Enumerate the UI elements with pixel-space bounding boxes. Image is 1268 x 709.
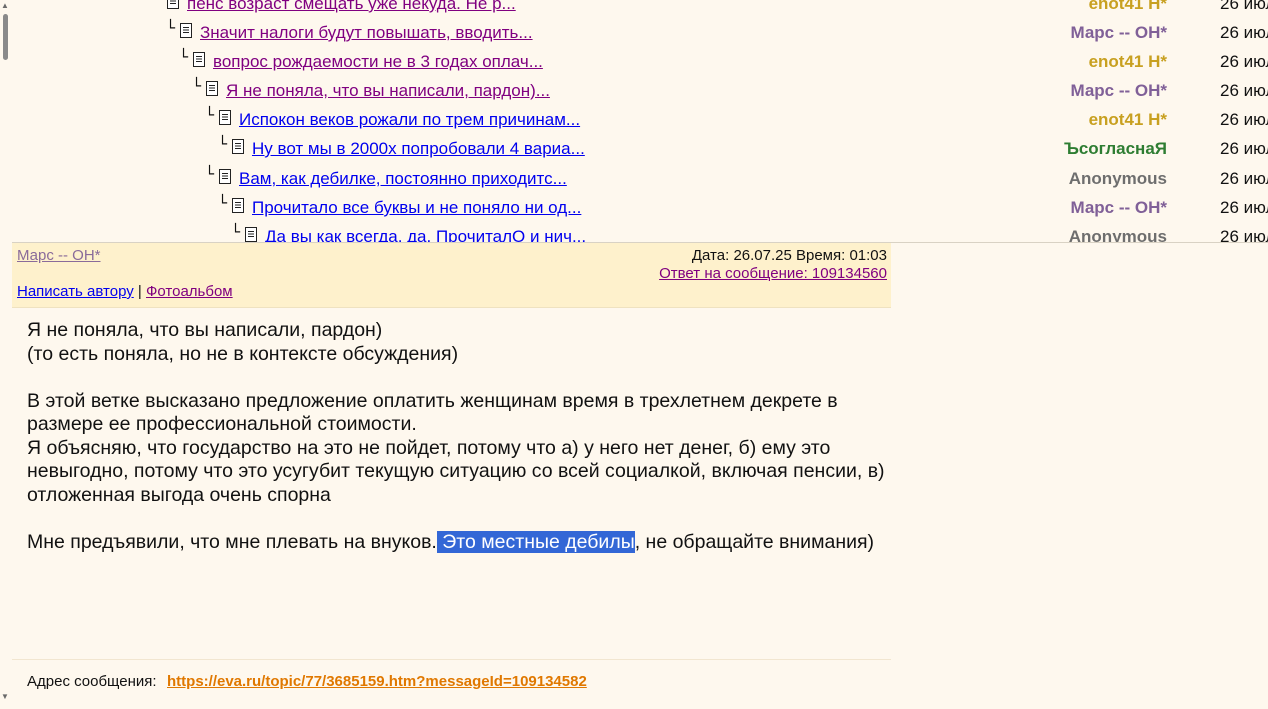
thread-title-link[interactable]: Я не поняла, что вы написали, пардон)... <box>226 76 550 105</box>
thread-date: 26 июл <box>1220 169 1268 188</box>
tree-branch-icon: └ <box>218 194 228 212</box>
thread-date: 26 июл <box>1220 81 1268 100</box>
thread-date: 26 июл <box>1220 0 1268 13</box>
message-datetime: Дата: 26.07.25 Время: 01:03 <box>691 247 887 264</box>
document-icon <box>167 0 179 9</box>
thread-title-link[interactable]: Вам, как дебилке, постоянно приходитс... <box>239 164 567 193</box>
photo-album-link[interactable]: Фотоальбом <box>146 283 233 300</box>
thread-author[interactable]: enot41 Н* <box>1089 47 1167 76</box>
thread-title-link[interactable]: Да вы как всегда, да. ПрочиталО и нич... <box>265 222 586 242</box>
thread-author[interactable]: Anonymous <box>1069 222 1167 242</box>
thread-title-link[interactable]: Ну вот мы в 2000х попробовали 4 вариа... <box>252 134 585 163</box>
message-header: Марс -- ОН* Дата: 26.07.25 Время: 01:03 … <box>12 243 891 308</box>
thread-date: 26 июл <box>1220 227 1268 243</box>
document-icon <box>245 227 257 242</box>
thread-author[interactable]: enot41 Н* <box>1089 0 1167 18</box>
thread-title-link[interactable]: Испокон веков рожали по трем причинам... <box>239 105 580 134</box>
thread-row[interactable]: └ Прочитало все буквы и не поняло ни од..… <box>12 193 1268 222</box>
thread-title-link[interactable]: вопрос рождаемости не в 3 годах оплач... <box>213 47 543 76</box>
thread-author[interactable]: Марс -- ОН* <box>1070 193 1167 222</box>
thread-date: 26 июл <box>1220 52 1268 71</box>
selected-text[interactable]: Это местные дебилы <box>436 530 635 553</box>
document-icon <box>219 169 231 184</box>
thread-row[interactable]: └ Испокон веков рожали по трем причинам..… <box>12 105 1268 134</box>
message-paragraph: В этой ветке высказано предложение оплат… <box>27 389 838 436</box>
tree-branch-icon: └ <box>192 77 202 95</box>
message-body: Я не поняла, что вы написали, пардон) (т… <box>27 319 887 554</box>
document-icon <box>232 198 244 213</box>
message-footer: Адрес сообщения: https://eva.ru/topic/77… <box>12 659 891 705</box>
document-icon <box>219 110 231 125</box>
thread-author[interactable]: Марс -- ОН* <box>1070 76 1167 105</box>
link-separator: | <box>137 283 142 300</box>
thread-date: 26 июл <box>1220 139 1268 158</box>
message-text: Мне предъявили, что мне плевать на внуко… <box>27 530 437 553</box>
thread-tree: └ пенс возраст смещать уже некуда. Не р..… <box>12 0 1268 243</box>
thread-date: 26 июл <box>1220 23 1268 42</box>
thread-row[interactable]: └ Я не поняла, что вы написали, пардон)..… <box>12 76 1268 105</box>
scroll-up-arrow-icon[interactable]: ▲ <box>1 2 9 10</box>
message-text: , не обращайте внимания) <box>634 530 875 553</box>
tree-branch-icon: └ <box>205 106 215 124</box>
tree-branch-icon: └ <box>231 223 241 241</box>
thread-date: 26 июл <box>1220 198 1268 217</box>
thread-row[interactable]: └ пенс возраст смещать уже некуда. Не р..… <box>12 0 1268 18</box>
tree-branch-icon: └ <box>179 48 189 66</box>
message-line: Я не поняла, что вы написали, пардон) <box>27 319 383 341</box>
message-author-link[interactable]: Марс -- ОН* <box>17 247 101 264</box>
scroll-down-arrow-icon[interactable]: ▼ <box>1 693 9 701</box>
document-icon <box>180 23 192 38</box>
message-paragraph: Я объясняю, что государство на это не по… <box>27 436 885 506</box>
scrollbar-thumb[interactable] <box>3 14 8 60</box>
thread-row[interactable]: └ Вам, как дебилке, постоянно приходитс..… <box>12 164 1268 193</box>
document-icon <box>232 139 244 154</box>
thread-date: 26 июл <box>1220 110 1268 129</box>
thread-author[interactable]: enot41 Н* <box>1089 105 1167 134</box>
reply-to-link[interactable]: Ответ на сообщение: 109134560 <box>659 265 887 282</box>
tree-branch-icon: └ <box>153 0 162 14</box>
message-address-link[interactable]: https://eva.ru/topic/77/3685159.htm?mess… <box>167 673 587 690</box>
address-label: Адрес сообщения: <box>27 673 157 690</box>
tree-branch-icon: └ <box>218 135 228 153</box>
vertical-scrollbar[interactable]: ▲ ▼ <box>0 0 11 709</box>
thread-row[interactable]: └ Да вы как всегда, да. ПрочиталО и нич..… <box>12 222 1268 243</box>
write-author-link[interactable]: Написать автору <box>17 283 134 300</box>
author-links: Написать автору | Фотоальбом <box>17 283 233 300</box>
tree-branch-icon: └ <box>166 19 176 37</box>
message-paragraph: Мне предъявили, что мне плевать на внуко… <box>27 530 887 555</box>
thread-title-link[interactable]: Прочитало все буквы и не поняло ни од... <box>252 193 581 222</box>
thread-row[interactable]: └ Ну вот мы в 2000х попробовали 4 вариа..… <box>12 134 1268 163</box>
message-line: (то есть поняла, но не в контексте обсуж… <box>27 342 459 365</box>
thread-author[interactable]: Anonymous <box>1069 164 1167 193</box>
thread-author[interactable]: ЪсогласнаЯ <box>1064 134 1167 163</box>
thread-title-link[interactable]: Значит налоги будут повышать, вводить... <box>200 18 533 47</box>
thread-title-link[interactable]: пенс возраст смещать уже некуда. Не р... <box>187 0 516 18</box>
tree-branch-icon: └ <box>205 165 215 183</box>
document-icon <box>193 52 205 67</box>
document-icon <box>206 81 218 96</box>
thread-row[interactable]: └ Значит налоги будут повышать, вводить..… <box>12 18 1268 47</box>
thread-author[interactable]: Марс -- ОН* <box>1070 18 1167 47</box>
